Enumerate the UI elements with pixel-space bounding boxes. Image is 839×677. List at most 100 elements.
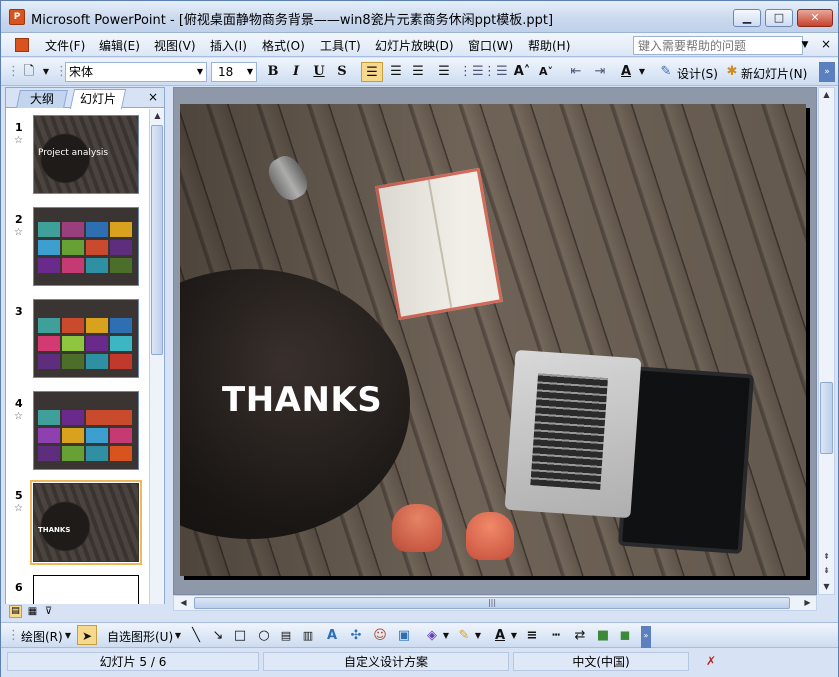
dash-style-icon[interactable]: ┅: [547, 626, 565, 646]
menu-format[interactable]: 格式(O): [262, 37, 305, 54]
vertical-textbox-icon[interactable]: ▥: [299, 626, 317, 646]
menu-help[interactable]: 帮助(H): [528, 37, 570, 54]
scroll-left-icon[interactable]: ◀: [176, 596, 191, 610]
slide-thumbnail-2[interactable]: [33, 207, 139, 286]
horizontal-scrollbar[interactable]: ◀ ||| ▶: [173, 595, 817, 611]
shadow-style-icon[interactable]: ■: [595, 626, 611, 646]
menu-file[interactable]: 文件(F): [45, 37, 85, 54]
thumbnail-scrollbar[interactable]: ▲ ▼: [149, 109, 164, 619]
chevron-down-icon[interactable]: ▼: [244, 63, 256, 81]
slide-thumbnail-4[interactable]: [33, 391, 139, 470]
current-slide[interactable]: THANKS: [180, 104, 806, 576]
italic-button[interactable]: I: [286, 62, 306, 82]
scroll-right-icon[interactable]: ▶: [800, 596, 815, 610]
clip-art-icon[interactable]: ☺: [371, 626, 389, 646]
new-document-icon[interactable]: 🗋: [19, 62, 39, 82]
chevron-down-icon[interactable]: ▼: [63, 626, 73, 646]
spelling-check-icon[interactable]: ✗: [693, 652, 729, 671]
menu-insert[interactable]: 插入(I): [210, 37, 247, 54]
arrow-tool-icon[interactable]: ↘: [209, 626, 227, 646]
scrollbar-thumb[interactable]: [151, 125, 163, 355]
chevron-down-icon[interactable]: ▼: [509, 626, 519, 646]
autoshapes-button[interactable]: 自选图形(U): [107, 628, 173, 645]
menu-slideshow[interactable]: 幻灯片放映(D): [375, 37, 454, 54]
scroll-up-icon[interactable]: ▲: [819, 88, 834, 102]
font-color-icon[interactable]: A: [615, 62, 637, 82]
chevron-down-icon[interactable]: ▼: [173, 626, 183, 646]
chevron-down-icon[interactable]: ▼: [637, 62, 647, 82]
scrollbar-thumb[interactable]: [820, 382, 833, 454]
menu-tools[interactable]: 工具(T): [320, 37, 361, 54]
align-center-icon[interactable]: ☰: [385, 62, 407, 82]
maximize-button[interactable]: □: [765, 9, 793, 27]
decrease-font-icon[interactable]: A˅: [535, 62, 557, 82]
scroll-down-icon[interactable]: ▼: [819, 580, 834, 594]
arrow-style-icon[interactable]: ⇄: [571, 626, 589, 646]
slide-scrollbar[interactable]: ▲ ⇞ ⇟ ▼: [818, 87, 835, 595]
next-slide-icon[interactable]: ⇟: [819, 564, 834, 578]
slide-thumbnail-5[interactable]: THANKS: [30, 480, 142, 565]
align-left-icon[interactable]: ☰: [361, 62, 383, 82]
rectangle-tool-icon[interactable]: □: [231, 626, 249, 646]
3d-style-icon[interactable]: ◼: [617, 626, 633, 646]
minimize-button[interactable]: ▁: [733, 9, 761, 27]
wordart-icon[interactable]: A: [323, 626, 341, 646]
bullet-list-icon[interactable]: ⋮☰: [483, 62, 508, 82]
powerpoint-icon[interactable]: P: [9, 9, 25, 25]
toolbar-grip-icon[interactable]: ⋮: [7, 626, 20, 646]
slide-editing-area[interactable]: THANKS: [173, 87, 817, 595]
toolbar-grip-icon[interactable]: ⋮: [7, 62, 20, 82]
design-button[interactable]: 设计(S): [677, 65, 718, 82]
line-color-icon[interactable]: ✎: [455, 626, 473, 646]
numbered-list-icon[interactable]: ⋮☰: [459, 62, 484, 82]
textbox-icon[interactable]: ▤: [277, 626, 295, 646]
close-button[interactable]: ✕: [797, 9, 833, 27]
title-bar[interactable]: P Microsoft PowerPoint - [俯视桌面静物商务背景——wi…: [1, 1, 838, 33]
new-slide-icon[interactable]: ✱: [723, 62, 741, 82]
help-search-input[interactable]: [633, 36, 803, 55]
underline-button[interactable]: U: [309, 62, 329, 82]
slide-sorter-icon[interactable]: ▦: [26, 605, 39, 618]
align-right-icon[interactable]: ☰: [407, 62, 429, 82]
font-color-icon[interactable]: A: [491, 626, 509, 646]
line-style-icon[interactable]: ≡: [523, 626, 541, 646]
slideshow-icon[interactable]: ⊽: [42, 605, 55, 618]
design-icon[interactable]: ✎: [657, 62, 675, 82]
slide-title-text[interactable]: THANKS: [222, 380, 382, 420]
slide-thumbnail-1[interactable]: Project analysis: [33, 115, 139, 194]
oval-tool-icon[interactable]: ○: [255, 626, 273, 646]
menu-window[interactable]: 窗口(W): [468, 37, 513, 54]
bold-button[interactable]: B: [263, 62, 283, 82]
fill-color-icon[interactable]: ◈: [423, 626, 441, 646]
decrease-indent-icon[interactable]: ⇤: [565, 62, 587, 82]
pane-close-button[interactable]: ×: [148, 90, 158, 104]
slide-thumbnail-3[interactable]: [33, 299, 139, 378]
select-pointer-icon[interactable]: ➤: [77, 625, 97, 645]
chevron-down-icon[interactable]: ▼: [797, 36, 813, 55]
menu-view[interactable]: 视图(V): [154, 37, 196, 54]
draw-menu-button[interactable]: 绘图(R): [21, 628, 63, 645]
toolbar-options-icon[interactable]: »: [641, 626, 651, 648]
normal-view-icon[interactable]: ▤: [9, 605, 22, 618]
document-close-button[interactable]: ×: [821, 37, 831, 51]
distribute-icon[interactable]: ☰: [433, 62, 455, 82]
font-name-select[interactable]: 宋体: [65, 62, 207, 82]
previous-slide-icon[interactable]: ⇞: [819, 550, 834, 564]
line-tool-icon[interactable]: ╲: [187, 626, 205, 646]
tab-outline[interactable]: 大纲: [16, 90, 68, 108]
scroll-up-icon[interactable]: ▲: [150, 109, 165, 123]
menu-edit[interactable]: 编辑(E): [99, 37, 140, 54]
scrollbar-thumb[interactable]: |||: [194, 597, 790, 609]
shadow-button[interactable]: S: [332, 62, 352, 82]
tab-slides[interactable]: 幻灯片: [69, 89, 127, 109]
increase-font-icon[interactable]: A˄: [511, 62, 533, 82]
toolbar-grip-icon[interactable]: ⋮: [55, 62, 68, 82]
toolbar-options-icon[interactable]: »: [819, 62, 835, 82]
increase-indent-icon[interactable]: ⇥: [589, 62, 611, 82]
chevron-down-icon[interactable]: ▼: [194, 63, 206, 81]
chevron-down-icon[interactable]: ▼: [41, 62, 51, 82]
picture-icon[interactable]: ▣: [395, 626, 413, 646]
chevron-down-icon[interactable]: ▼: [473, 626, 483, 646]
chevron-down-icon[interactable]: ▼: [441, 626, 451, 646]
document-icon[interactable]: [15, 38, 29, 52]
